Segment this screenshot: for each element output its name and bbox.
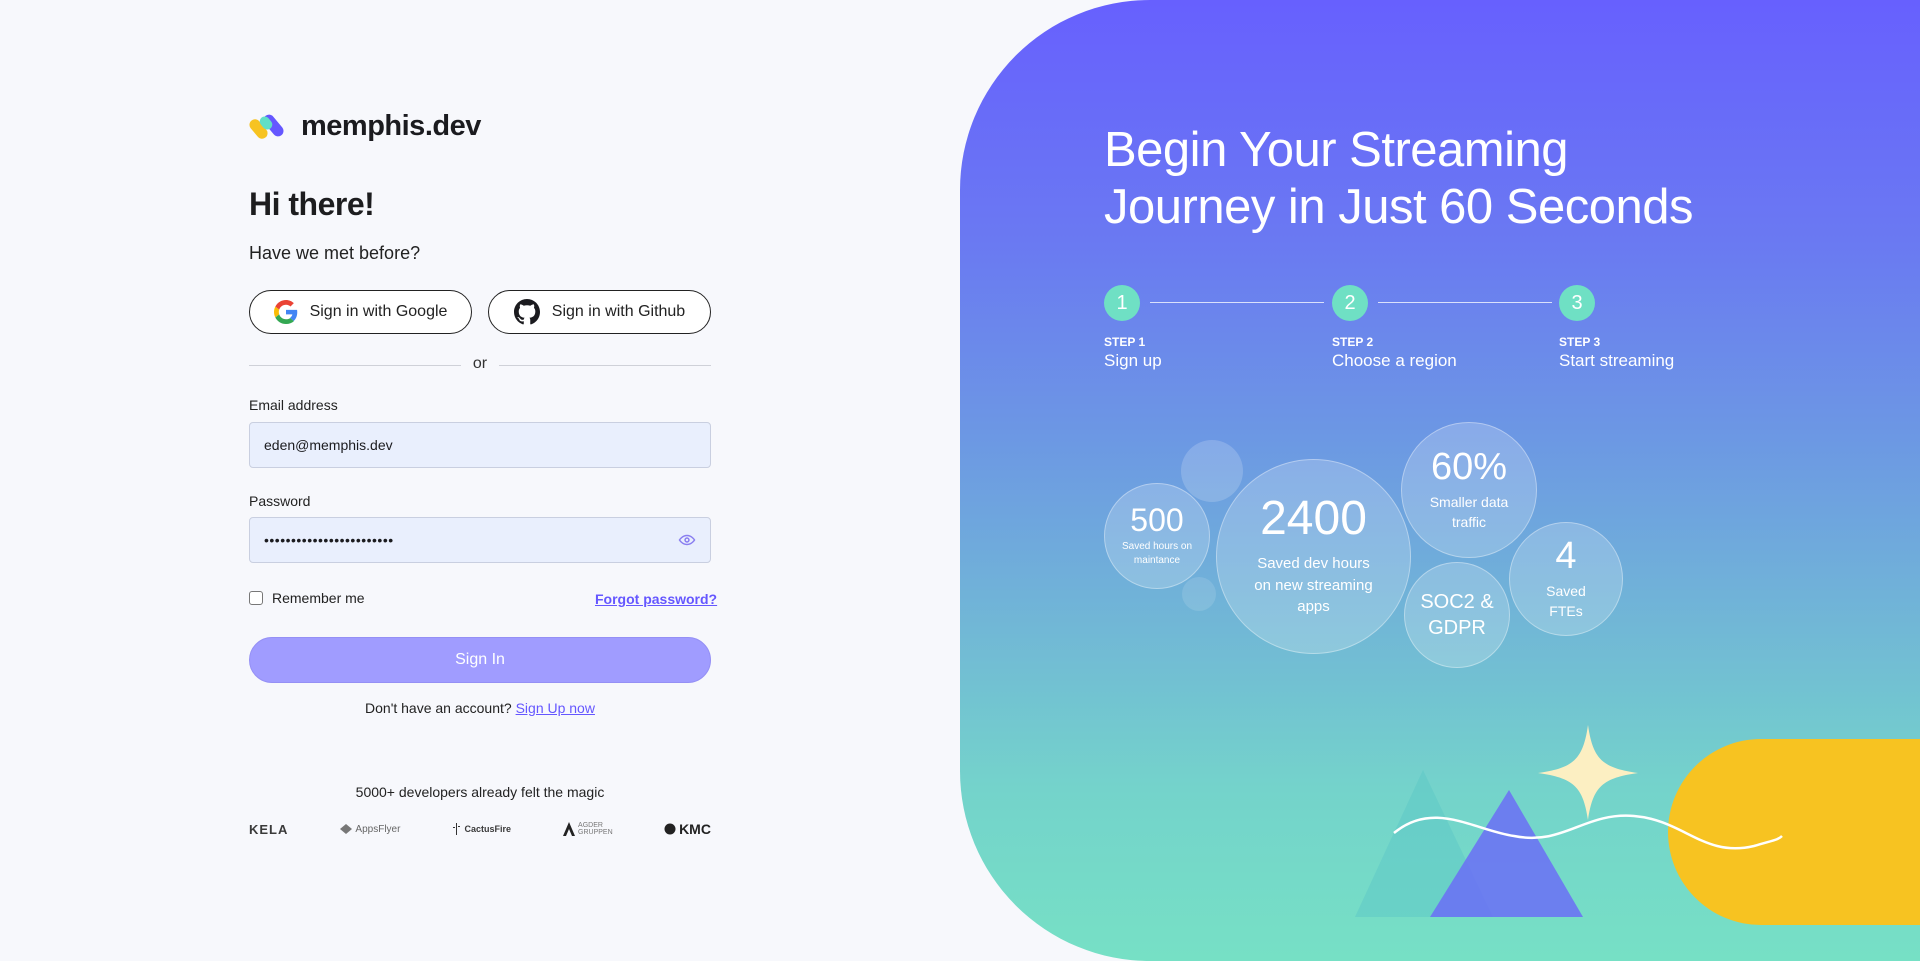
email-value: eden@memphis.dev (264, 437, 393, 453)
customer-logo-agder: AGDER GRUPPEN (563, 822, 613, 836)
login-panel: memphis.dev Hi there! Have we met before… (0, 0, 960, 961)
triangle-icon (1355, 770, 1583, 917)
customer-logos: KELA AppsFlyer CactusFire AGDER GRUPPEN … (249, 818, 711, 840)
email-field[interactable]: eden@memphis.dev (249, 422, 711, 468)
remember-checkbox[interactable] (249, 591, 263, 605)
remember-me[interactable]: Remember me (249, 590, 365, 606)
brand-name: memphis.dev (301, 109, 481, 142)
page-subtitle: Have we met before? (249, 243, 421, 263)
sparkle-icon (1538, 725, 1638, 820)
kmc-icon (664, 823, 676, 835)
customer-logo-kela: KELA (249, 821, 289, 837)
or-text: or (472, 355, 488, 372)
remember-label: Remember me (272, 590, 365, 606)
page-title: Hi there! (249, 186, 375, 222)
google-icon (273, 300, 297, 324)
github-signin-button[interactable]: Sign in with Github (488, 290, 711, 334)
signin-button[interactable]: Sign In (249, 637, 711, 683)
password-value: •••••••••••••••••••••••• (264, 532, 394, 548)
signup-link[interactable]: Sign Up now (516, 700, 595, 716)
brand-logo[interactable]: memphis.dev (249, 108, 481, 144)
decor-illustration (1355, 725, 1783, 917)
email-label: Email address (249, 397, 338, 413)
appsflyer-icon (340, 824, 353, 834)
password-field[interactable]: •••••••••••••••••••••••• (249, 517, 711, 563)
signup-prompt: Don't have an account? Sign Up now (249, 700, 711, 716)
google-signin-label: Sign in with Google (309, 303, 448, 320)
customer-logo-cactusfire: CactusFire (452, 823, 511, 835)
forgot-password-link[interactable]: Forgot password? (595, 591, 717, 607)
hero-panel: Begin Your Streaming Journey in Just 60 … (960, 0, 1920, 961)
memphis-logo-icon (249, 114, 284, 139)
github-signin-label: Sign in with Github (551, 303, 686, 320)
customer-logo-appsflyer: AppsFlyer (340, 824, 400, 835)
social-proof-text: 5000+ developers already felt the magic (355, 784, 605, 800)
password-label: Password (249, 493, 311, 509)
customer-logo-kmc: KMC (664, 821, 711, 837)
cactus-icon (453, 823, 461, 835)
or-divider: or (249, 355, 711, 375)
no-account-text: Don't have an account? (365, 700, 516, 716)
eye-icon[interactable] (678, 531, 696, 549)
github-icon (513, 299, 540, 325)
agder-icon (563, 822, 576, 836)
google-signin-button[interactable]: Sign in with Google (249, 290, 472, 334)
